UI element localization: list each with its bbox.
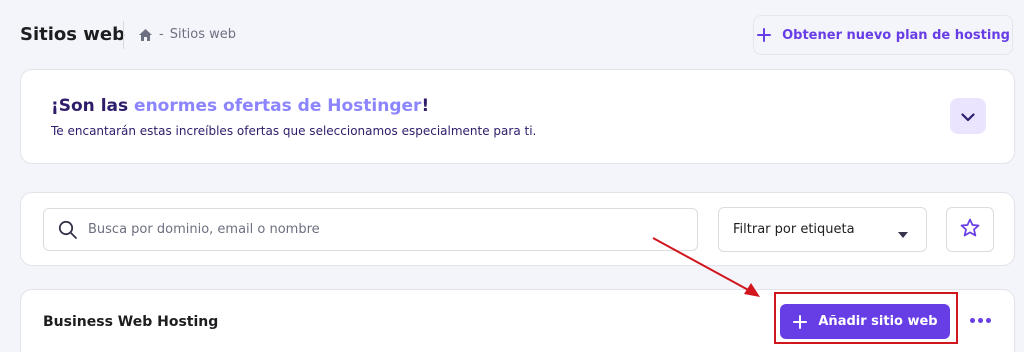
promo-title-accent: enormes ofertas de Hostinger (134, 96, 422, 116)
promo-expand-button[interactable] (950, 98, 986, 134)
chevron-down-icon (961, 107, 975, 126)
header-divider (123, 21, 124, 49)
page-title: Sitios web (20, 24, 125, 45)
more-horizontal-icon (969, 317, 975, 323)
hosting-plan-title: Business Web Hosting (43, 314, 219, 330)
caret-down-icon (898, 227, 908, 238)
search-input[interactable]: Busca por dominio, email o nombre (43, 208, 698, 251)
plus-icon (756, 27, 772, 43)
promo-banner: ¡Son las enormes ofertas de Hostinger! T… (20, 69, 1015, 164)
star-icon (960, 218, 980, 241)
favorites-button[interactable] (946, 207, 994, 252)
new-hosting-plan-button[interactable]: Obtener nuevo plan de hosting (753, 15, 1013, 55)
promo-subtitle: Te encantarán estas increíbles ofertas q… (51, 124, 537, 138)
plus-icon (792, 314, 808, 330)
breadcrumb-current: Sitios web (169, 27, 237, 42)
home-icon[interactable] (138, 28, 153, 42)
add-website-label: Añadir sitio web (818, 314, 938, 329)
search-toolbar: Busca por dominio, email o nombre Filtra… (20, 192, 1015, 266)
promo-title: ¡Son las enormes ofertas de Hostinger! (51, 96, 429, 116)
tag-filter-value: Filtrar por etiqueta (733, 222, 855, 237)
new-hosting-plan-label: Obtener nuevo plan de hosting (782, 27, 1010, 43)
breadcrumb: - Sitios web (138, 27, 236, 42)
more-dot (985, 317, 991, 323)
breadcrumb-separator: - (159, 27, 164, 42)
hosting-plan-card: Business Web Hosting Añadir sitio web (20, 289, 1015, 352)
more-dot (977, 317, 983, 323)
search-icon (58, 220, 78, 240)
more-options-button[interactable] (965, 308, 995, 332)
promo-title-prefix: ¡Son las (51, 96, 135, 116)
add-website-button[interactable]: Añadir sitio web (780, 304, 950, 339)
promo-title-suffix: ! (421, 96, 430, 116)
tag-filter-dropdown[interactable]: Filtrar por etiqueta (718, 207, 927, 252)
search-placeholder: Busca por dominio, email o nombre (88, 222, 320, 237)
